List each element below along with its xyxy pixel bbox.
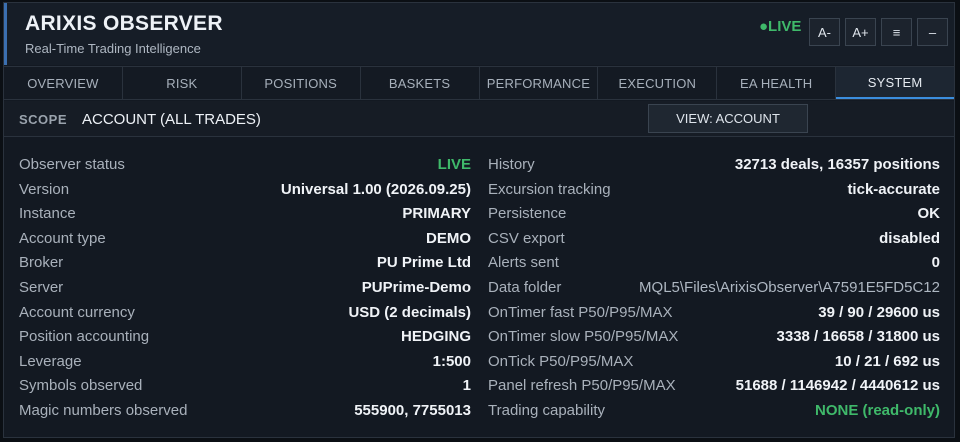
tab-bar: OVERVIEW RISK POSITIONS BASKETS PERFORMA… <box>4 66 954 100</box>
info-row-persistence: Persistence OK <box>488 202 940 227</box>
info-row-account-type: Account type DEMO <box>19 227 471 252</box>
tab-execution[interactable]: EXECUTION <box>598 67 718 99</box>
info-label: Alerts sent <box>488 254 559 272</box>
info-row-panel-refresh: Panel refresh P50/P95/MAX 51688 / 1146942… <box>488 374 940 399</box>
info-value: HEDGING <box>400 328 471 346</box>
info-label: Account type <box>19 229 106 247</box>
info-value: Universal 1.00 (2026.09.25) <box>280 180 471 198</box>
info-value: 3338 / 16658 / 31800 us <box>776 328 940 346</box>
info-value: 32713 deals, 16357 positions <box>734 156 940 173</box>
info-label: Leverage <box>19 352 82 370</box>
info-label: Position accounting <box>19 328 150 346</box>
info-label: Observer status <box>19 156 125 173</box>
info-row-position-accounting: Position accounting HEDGING <box>19 325 471 350</box>
minimize-button[interactable]: – <box>917 18 948 46</box>
info-row-alerts-sent: Alerts sent 0 <box>488 251 940 276</box>
tab-baskets[interactable]: BASKETS <box>361 67 480 99</box>
info-row-ontick: OnTick P50/P95/MAX 10 / 21 / 692 us <box>488 350 940 375</box>
tab-ea-health[interactable]: EA HEALTH <box>717 67 837 99</box>
info-row-data-folder: Data folder MQL5\Files\ArixisObserver\A75… <box>488 276 940 301</box>
info-label: OnTimer fast P50/P95/MAX <box>488 303 673 321</box>
scope-bar: SCOPE ACCOUNT (ALL TRADES) VIEW: ACCOUNT <box>4 101 954 137</box>
system-info-right-column: History 32713 deals, 16357 positions Excu… <box>488 153 940 424</box>
panel-header: ARIXIS OBSERVER Real-Time Trading Intell… <box>4 3 954 65</box>
info-row-excursion-tracking: Excursion tracking tick-accurate <box>488 178 940 203</box>
scope-label: SCOPE <box>19 112 68 127</box>
info-value: 0 <box>931 254 940 272</box>
info-value: NONE (read-only) <box>814 401 940 419</box>
observer-panel: ARIXIS OBSERVER Real-Time Trading Intell… <box>3 2 955 438</box>
info-row-broker: Broker PU Prime Ltd <box>19 251 471 276</box>
info-value: disabled <box>879 229 940 247</box>
info-row-ontimer-slow: OnTimer slow P50/P95/MAX 3338 / 16658 / 3… <box>488 325 940 350</box>
system-info-left-column: Observer status LIVE Version Universal 1.0… <box>19 153 471 424</box>
info-value: 1 <box>462 377 471 395</box>
info-value: MQL5\Files\ArixisObserver\A7591E5FD5C12 <box>639 278 940 296</box>
minimize-icon: – <box>928 24 937 40</box>
info-value: tick-accurate <box>847 180 940 198</box>
info-label: Panel refresh P50/P95/MAX <box>488 377 676 395</box>
info-row-history: History 32713 deals, 16357 positions <box>488 153 940 178</box>
live-status-indicator: ●LIVE <box>759 18 802 35</box>
info-label: CSV export <box>488 229 565 247</box>
info-value: OK <box>917 205 941 223</box>
info-label: Magic numbers observed <box>19 401 188 419</box>
info-row-version: Version Universal 1.00 (2026.09.25) <box>19 178 471 203</box>
font-increase-button[interactable]: A+ <box>845 18 876 46</box>
info-row-server: Server PUPrime-Demo <box>19 276 471 301</box>
info-label: Data folder <box>488 278 562 296</box>
info-label: OnTick P50/P95/MAX <box>488 352 634 370</box>
info-label: History <box>488 156 535 173</box>
info-value: 39 / 90 / 29600 us <box>818 303 940 321</box>
scope-value: ACCOUNT (ALL TRADES) <box>82 111 261 128</box>
tab-positions[interactable]: POSITIONS <box>242 67 361 99</box>
info-label: Trading capability <box>488 401 606 419</box>
info-row-ontimer-fast: OnTimer fast P50/P95/MAX 39 / 90 / 29600 … <box>488 301 940 326</box>
info-label: Excursion tracking <box>488 180 611 198</box>
info-value: PRIMARY <box>402 205 471 223</box>
tab-risk[interactable]: RISK <box>123 67 242 99</box>
info-row-instance: Instance PRIMARY <box>19 202 471 227</box>
info-label: Version <box>19 180 70 198</box>
info-value: DEMO <box>426 229 471 247</box>
info-label: Account currency <box>19 303 135 321</box>
info-value: PUPrime-Demo <box>361 278 471 296</box>
tab-system[interactable]: SYSTEM <box>836 67 954 99</box>
info-row-leverage: Leverage 1:500 <box>19 350 471 375</box>
info-label: Persistence <box>488 205 567 223</box>
info-label: OnTimer slow P50/P95/MAX <box>488 328 679 346</box>
app-subtitle: Real-Time Trading Intelligence <box>25 41 201 56</box>
info-row-magic-numbers: Magic numbers observed 555900, 7755013 <box>19 399 471 424</box>
info-row-symbols-observed: Symbols observed 1 <box>19 374 471 399</box>
info-label: Instance <box>19 205 76 223</box>
info-row-observer-status: Observer status LIVE <box>19 153 471 178</box>
info-value: 1:500 <box>432 352 471 370</box>
info-label: Server <box>19 278 64 296</box>
info-row-account-currency: Account currency USD (2 decimals) <box>19 301 471 326</box>
app-title: ARIXIS OBSERVER <box>25 12 223 35</box>
info-value: 51688 / 1146942 / 4440612 us <box>735 377 940 395</box>
info-row-csv-export: CSV export disabled <box>488 227 940 252</box>
info-value: PU Prime Ltd <box>376 254 471 272</box>
info-label: Broker <box>19 254 64 272</box>
info-value: 10 / 21 / 692 us <box>834 352 940 370</box>
info-value: 555900, 7755013 <box>354 401 471 419</box>
view-scope-button[interactable]: VIEW: ACCOUNT <box>648 104 808 133</box>
info-row-trading-capability: Trading capability NONE (read-only) <box>488 399 940 424</box>
info-label: Symbols observed <box>19 377 143 395</box>
info-value: LIVE <box>437 156 471 173</box>
menu-button[interactable]: ≡ <box>881 18 912 46</box>
tab-overview[interactable]: OVERVIEW <box>4 67 123 99</box>
font-decrease-button[interactable]: A- <box>809 18 840 46</box>
info-value: USD (2 decimals) <box>348 303 471 321</box>
tab-performance[interactable]: PERFORMANCE <box>480 67 599 99</box>
hamburger-menu-icon: ≡ <box>892 24 901 40</box>
